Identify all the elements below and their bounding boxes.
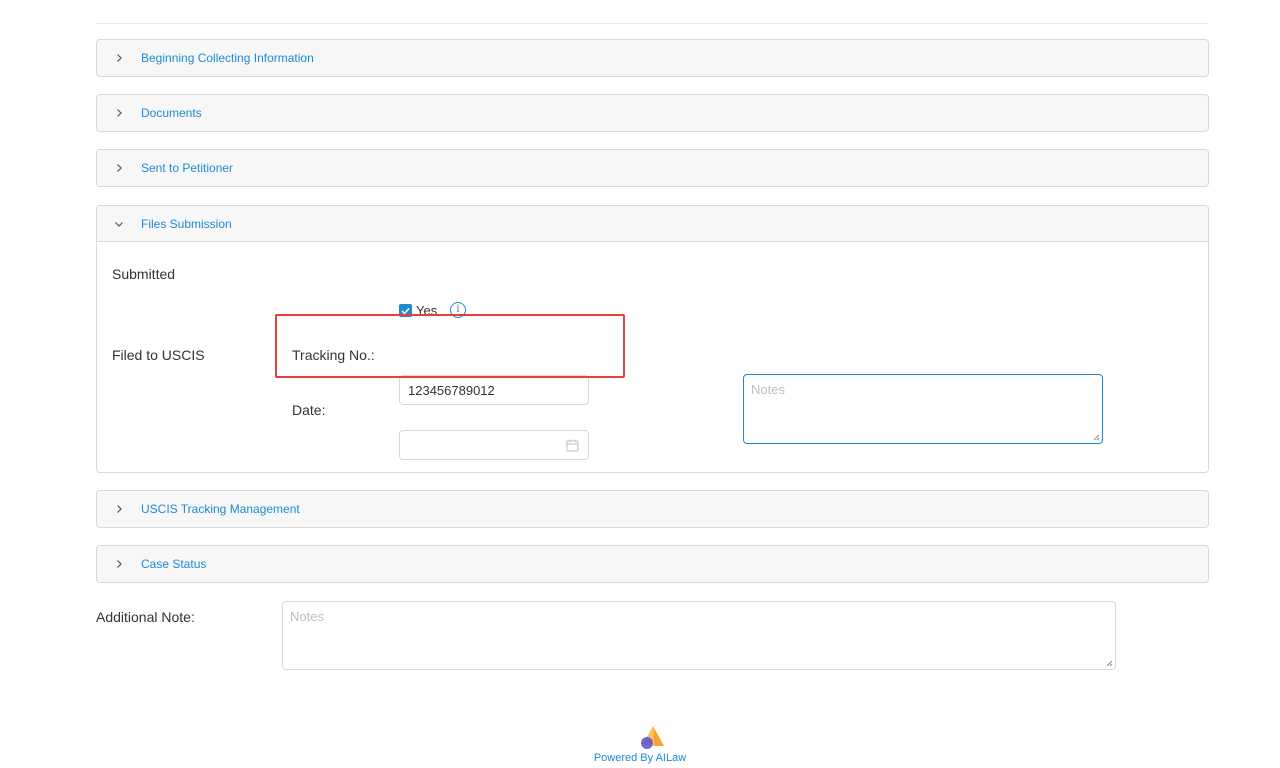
panel-title: Documents <box>141 106 202 120</box>
panel-header[interactable]: USCIS Tracking Management <box>97 491 1208 527</box>
powered-by-text: Powered By AILaw <box>593 752 687 764</box>
ailaw-logo-icon <box>641 726 664 749</box>
panel-case-status[interactable]: Case Status <box>96 545 1209 583</box>
submitted-label: Submitted <box>112 266 176 282</box>
panel-header[interactable]: Sent to Petitioner <box>97 150 1208 186</box>
panel-header[interactable]: Beginning Collecting Information <box>97 40 1208 76</box>
chevron-right-icon <box>113 558 125 570</box>
additional-note-placeholder: Notes <box>290 609 324 624</box>
panel-files-submission: Files Submission Submitted Yes i Filed t… <box>96 205 1209 473</box>
resize-handle-icon[interactable] <box>1105 659 1113 667</box>
panel-title: Files Submission <box>141 216 232 231</box>
date-picker-input[interactable] <box>399 430 589 460</box>
date-label: Date: <box>292 402 326 418</box>
chevron-right-icon <box>113 503 125 515</box>
chevron-down-icon <box>113 218 125 230</box>
panel-header[interactable]: Files Submission <box>97 206 1208 242</box>
notes-placeholder: Notes <box>751 382 785 397</box>
additional-note-label: Additional Note: <box>96 609 195 625</box>
panel-title: Sent to Petitioner <box>141 161 234 175</box>
resize-handle-icon[interactable] <box>1092 433 1100 441</box>
tracking-highlight-box <box>275 314 625 378</box>
panel-header[interactable]: Documents <box>97 95 1208 131</box>
notes-textarea[interactable]: Notes <box>743 374 1103 444</box>
filed-to-uscis-label: Filed to USCIS <box>112 347 205 363</box>
additional-note-textarea[interactable]: Notes <box>282 601 1116 670</box>
panel-header[interactable]: Case Status <box>97 546 1208 582</box>
panel-title: Case Status <box>141 557 207 571</box>
panel-title: Beginning Collecting Information <box>141 51 314 65</box>
tracking-number-input[interactable]: 123456789012 <box>399 375 589 405</box>
panel-beginning-collecting-information[interactable]: Beginning Collecting Information <box>96 39 1209 77</box>
chevron-right-icon <box>113 52 125 64</box>
chevron-right-icon <box>113 162 125 174</box>
top-divider <box>96 23 1208 24</box>
chevron-right-icon <box>113 107 125 119</box>
calendar-icon[interactable] <box>566 439 579 452</box>
panel-uscis-tracking-management[interactable]: USCIS Tracking Management <box>96 490 1209 528</box>
panel-sent-to-petitioner[interactable]: Sent to Petitioner <box>96 149 1209 187</box>
panel-title: USCIS Tracking Management <box>141 502 300 516</box>
panel-body: Submitted Yes i Filed to USCIS Tracking … <box>97 242 1208 472</box>
panel-documents[interactable]: Documents <box>96 94 1209 132</box>
